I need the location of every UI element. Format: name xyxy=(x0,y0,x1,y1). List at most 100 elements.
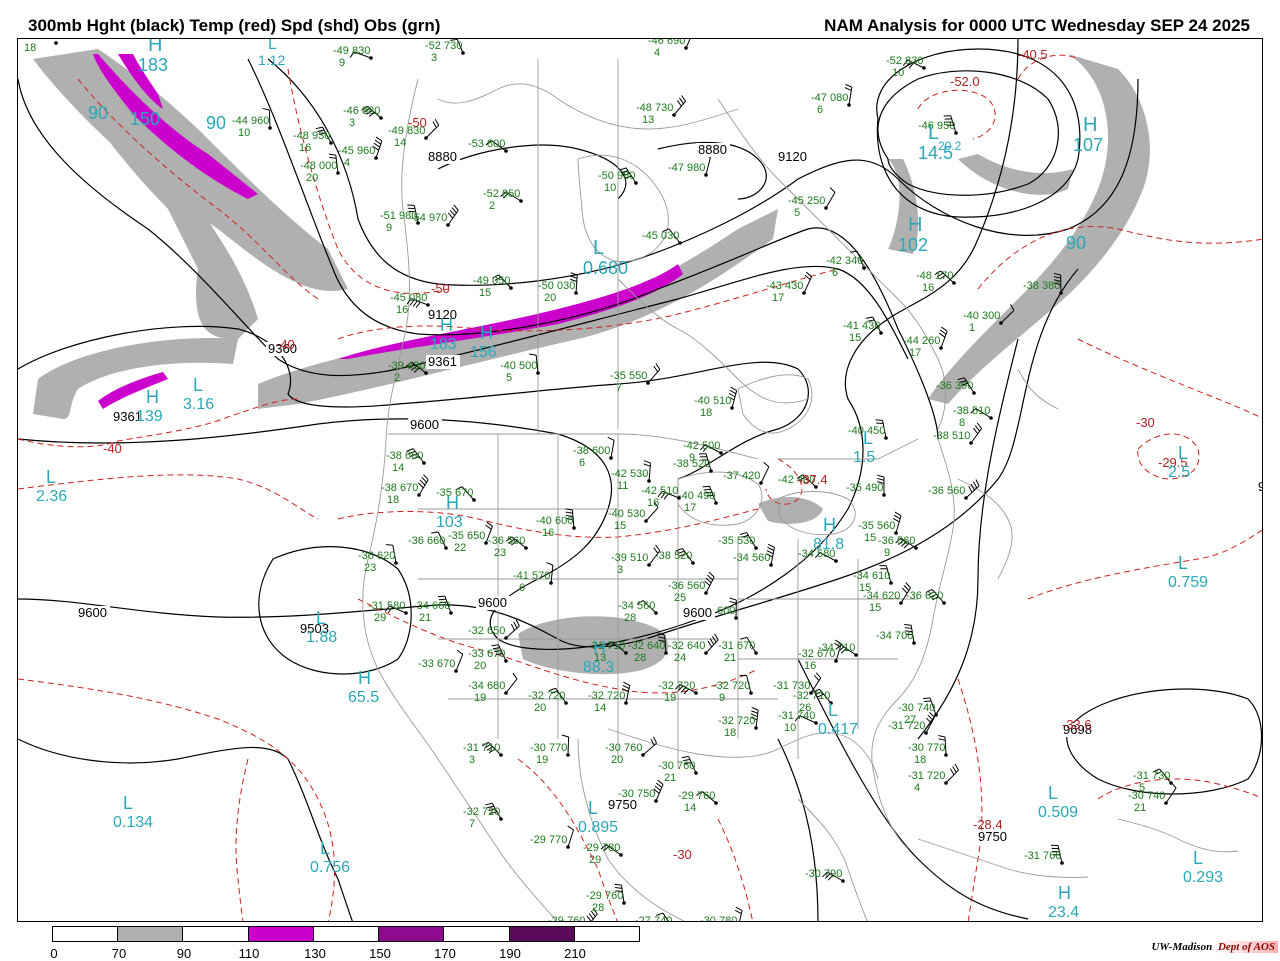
temperature-contour-label: -30 xyxy=(673,847,692,862)
observation-dewpoint-depression: 3 xyxy=(349,117,355,129)
observation-temp-height: -47 980 xyxy=(668,162,705,174)
observation-dewpoint-depression: 18 xyxy=(387,494,399,506)
observation-temp-height: -34 610 xyxy=(853,570,890,582)
coastline xyxy=(738,375,812,433)
pressure-center-value: 0.759 xyxy=(1168,574,1208,591)
observation-temp-height: -46 690 xyxy=(648,39,685,47)
observation-temp-height: -31 710 xyxy=(463,742,500,754)
observation-temp-height: -36 620 xyxy=(906,590,943,602)
pressure-center-letter: H xyxy=(1058,883,1071,903)
observation-dewpoint-depression: 3 xyxy=(469,754,475,766)
wind-barb-icon xyxy=(1166,783,1176,803)
pressure-center-value: 139 xyxy=(136,408,163,425)
pressure-center-letter: H xyxy=(358,668,371,688)
height-contour-line xyxy=(798,659,1028,919)
observation-temp-height: -45 250 xyxy=(788,195,825,207)
observation-temp-height: -42 340 xyxy=(826,255,863,267)
wind-speed-shading xyxy=(33,49,1150,674)
pressure-center-letter: H xyxy=(440,315,453,335)
observation-temp-height: -48 930 xyxy=(293,130,330,142)
pressure-center-letter: L xyxy=(316,608,326,628)
weather-map[interactable]: -49 8309-52 7303-46 6904-46 8803-44 9601… xyxy=(17,38,1263,922)
observation-temp-height: -34 710 xyxy=(818,642,855,654)
observation-dewpoint-depression: 14 xyxy=(594,702,606,714)
wind-barb-icon xyxy=(418,475,428,495)
legend-tick-label: 90 xyxy=(177,946,191,961)
observation-dewpoint-depression: 17 xyxy=(909,347,921,359)
legend-tick-label: 0 xyxy=(50,946,57,961)
pressure-center-value: 183 xyxy=(138,55,168,75)
observation-dewpoint-depression: 10 xyxy=(604,182,616,194)
observation-dewpoint-depression: 29 xyxy=(589,854,601,866)
observation-dewpoint-depression: 9 xyxy=(719,692,725,704)
pressure-center-letter: L xyxy=(863,428,873,448)
wind-barb-icon xyxy=(706,634,718,653)
height-contour-label: 9600 xyxy=(683,605,712,620)
wind-barb-icon xyxy=(448,205,458,225)
pressure-center-letter: L xyxy=(593,237,604,259)
wind-barb-icon xyxy=(761,462,769,483)
height-contour-label: 8880 xyxy=(698,142,727,157)
temperature-contour-label: -40 xyxy=(103,441,122,456)
wind-barb-icon xyxy=(971,423,982,443)
analysis-time-title: NAM Analysis for 0000 UTC Wednesday SEP … xyxy=(824,16,1250,36)
legend-segment-70-90 xyxy=(118,927,183,941)
temperature-contour-line xyxy=(718,819,753,922)
pressure-center-value: 3.16 xyxy=(183,396,214,413)
observation-dewpoint-depression: 6 xyxy=(519,582,525,594)
legend-segment-130-150 xyxy=(314,927,379,941)
observation-dewpoint-depression: 28 xyxy=(634,652,646,664)
observation-temp-height: -53 800 xyxy=(468,138,505,150)
observation-dewpoint-depression: 14 xyxy=(392,462,404,474)
wind-barb-icon xyxy=(826,187,835,208)
map-title: 300mb Hght (black) Temp (red) Spd (shd) … xyxy=(28,16,440,36)
pressure-center-value: 2.5 xyxy=(1168,464,1190,481)
observation-dewpoint-depression: 5 xyxy=(506,372,512,384)
observation-dewpoint-depression: 19 xyxy=(664,692,676,704)
pressure-center-letter: H xyxy=(446,493,459,513)
observation-temp-height: -40 500 xyxy=(500,360,537,372)
observation-dewpoint-depression: 19 xyxy=(536,754,548,766)
observation-temp-height: -39 510 xyxy=(611,552,648,564)
observation-dewpoint-depression: 14 xyxy=(684,802,696,814)
pressure-center-value: 20.2 xyxy=(938,139,962,153)
pressure-center-value: 1.12 xyxy=(258,52,285,68)
legend-segment-170-190 xyxy=(444,927,509,941)
observation-temp-height: -31 720 xyxy=(888,720,925,732)
temperature-contour-line xyxy=(18,679,335,922)
observation-dewpoint-depression: 29 xyxy=(374,612,386,624)
observation-temp-height: -30 780 xyxy=(700,915,737,922)
observation-dewpoint-depression: 3 xyxy=(617,564,623,576)
pressure-center-value: 103 xyxy=(436,514,463,531)
pressure-center-value: 88.3 xyxy=(583,659,614,676)
observation-temp-height: -32 720 xyxy=(658,680,695,692)
pressure-center-letter: H xyxy=(146,387,159,407)
coastline xyxy=(1118,819,1238,852)
observation-dewpoint-depression: 6 xyxy=(817,104,823,116)
observation-dewpoint-depression: 15 xyxy=(479,287,491,299)
wind-barb-icon xyxy=(506,620,519,638)
observation-dewpoint-depression: 28 xyxy=(592,902,604,914)
observation-temp-height: -41 430 xyxy=(843,320,880,332)
observation-temp-height: -42 530 xyxy=(611,468,648,480)
pressure-center-value: 90 xyxy=(206,113,226,133)
legend-tick-label: 130 xyxy=(304,946,326,961)
observation-dewpoint-depression: 22 xyxy=(454,542,466,554)
observation-temp-height: -30 760 xyxy=(605,742,642,754)
observation-temp-height: -34 680 xyxy=(468,680,505,692)
observation-dewpoint-depression: 2 xyxy=(489,200,495,212)
temperature-contour-label: -40 xyxy=(276,337,295,352)
observation-temp-height: -30 790 xyxy=(805,868,842,880)
observation-temp-height: -30 740 xyxy=(898,702,935,714)
observation-temp-height: -38 510 xyxy=(953,405,990,417)
coastline xyxy=(438,84,738,129)
observation-dewpoint-depression: 16 xyxy=(299,142,311,154)
pressure-center-value: 0.680 xyxy=(583,258,628,278)
observation-temp-height: -45 080 xyxy=(390,292,427,304)
pressure-center-letter: L xyxy=(1178,443,1188,463)
pressure-center-value: 65.5 xyxy=(348,689,379,706)
observation-dewpoint-depression: 7 xyxy=(616,382,622,394)
observation-temp-height: -34 660 xyxy=(413,600,450,612)
temperature-contour-line xyxy=(958,679,982,922)
observation-dewpoint-depression: 15 xyxy=(849,332,861,344)
